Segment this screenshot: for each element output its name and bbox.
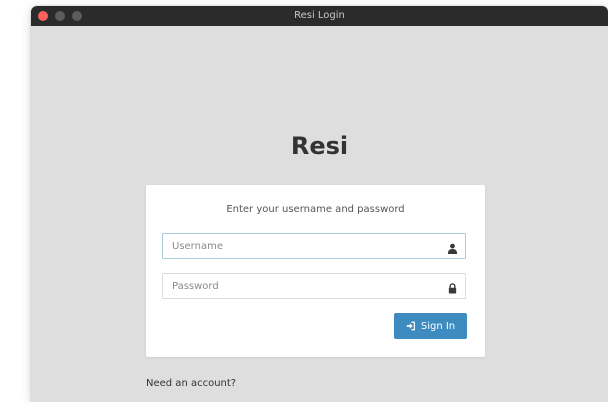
sign-in-icon: [406, 321, 415, 331]
user-icon: [447, 241, 458, 254]
window-title: Resi Login: [294, 10, 345, 21]
login-panel: Enter your username and password Usernam…: [146, 185, 485, 357]
username-input[interactable]: [163, 234, 465, 258]
app-brand-heading: Resi: [290, 132, 349, 160]
password-input[interactable]: [163, 274, 465, 298]
login-prompt: Enter your username and password: [226, 204, 405, 215]
username-field: [162, 233, 466, 259]
app-window: Resi Login Resi Enter your username and …: [31, 6, 608, 402]
sign-in-label: Sign In: [420, 320, 456, 332]
lock-icon: [447, 281, 458, 294]
login-page: Resi Enter your username and password Us…: [31, 26, 608, 402]
need-account-link[interactable]: Need an account?: [146, 378, 236, 389]
title-bar[interactable]: Resi Login: [31, 6, 608, 26]
sign-in-button[interactable]: Sign In: [394, 313, 467, 339]
password-field: [162, 273, 466, 299]
